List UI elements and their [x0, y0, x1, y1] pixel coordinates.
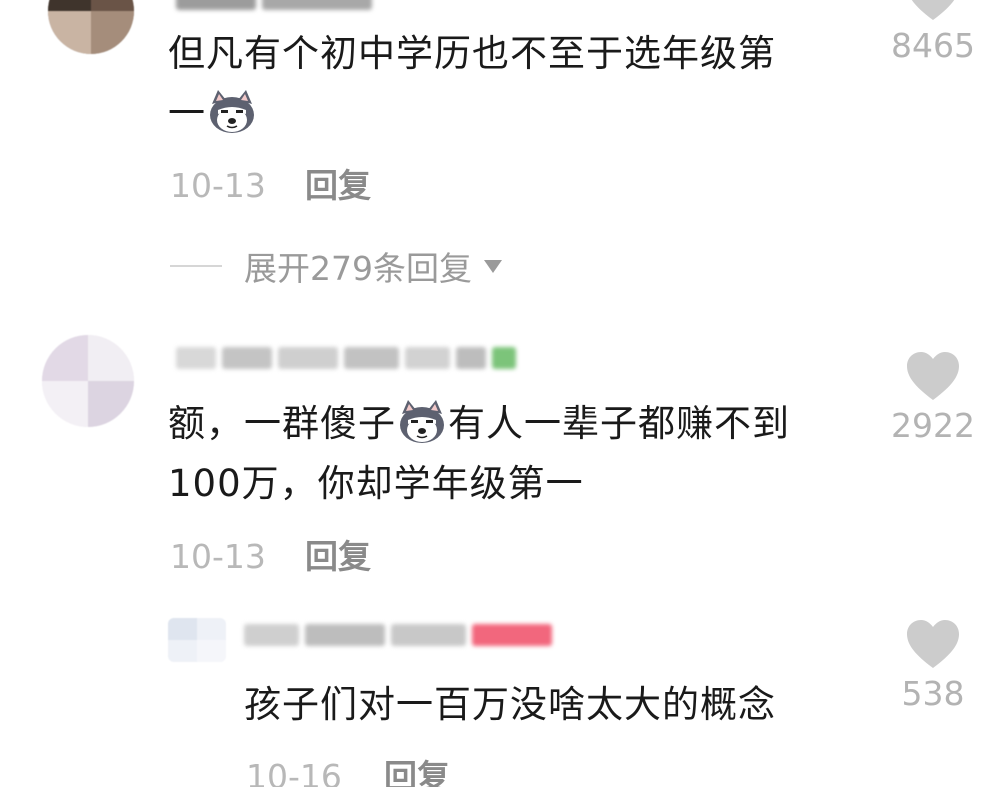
- reply-button[interactable]: 回复: [305, 537, 371, 577]
- comment-date: 10-13: [170, 537, 266, 576]
- username[interactable]: [244, 620, 552, 650]
- comment-date: 10-13: [170, 166, 266, 205]
- comment-text-line2: 100万，你却学年级第一: [168, 462, 584, 505]
- like-button[interactable]: 8465: [888, 0, 978, 66]
- husky-emoji: [208, 90, 256, 134]
- divider: [170, 265, 222, 267]
- like-count: 2922: [891, 406, 975, 445]
- comment-text: 但凡有个初中学历也不至于选年级第: [168, 32, 776, 75]
- username[interactable]: [176, 343, 516, 373]
- heart-icon: [911, 0, 955, 20]
- reply-button[interactable]: 回复: [305, 166, 371, 206]
- expand-replies-button[interactable]: 展开279条回复: [170, 244, 502, 288]
- heart-icon: [907, 352, 959, 400]
- comment-text: 孩子们对一百万没啥太大的概念: [244, 683, 776, 726]
- username[interactable]: [176, 0, 372, 14]
- comment-text-line2: 一: [168, 85, 258, 143]
- like-count: 538: [901, 674, 965, 713]
- heart-icon: [907, 620, 959, 668]
- husky-emoji: [398, 400, 446, 444]
- like-button[interactable]: 538: [888, 620, 978, 714]
- comment-text: 额，一群傻子 有人一辈子都赚不到: [168, 400, 790, 445]
- comment-date: 10-16: [246, 757, 342, 787]
- expand-replies-label: 展开279条回复: [244, 249, 472, 288]
- like-button[interactable]: 2922: [888, 352, 978, 446]
- like-count: 8465: [891, 26, 975, 65]
- avatar[interactable]: [42, 335, 134, 427]
- comment-list: 但凡有个初中学历也不至于选年级第 一 10-13 回复 8465 展开279条回…: [0, 0, 1000, 787]
- avatar[interactable]: [48, 0, 134, 54]
- avatar[interactable]: [168, 618, 226, 662]
- caret-down-icon: [484, 259, 502, 273]
- reply-button[interactable]: 回复: [384, 757, 450, 787]
